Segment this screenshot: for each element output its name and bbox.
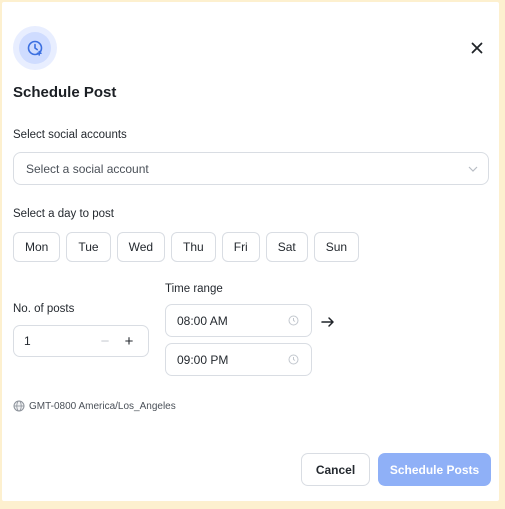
start-time-input[interactable]: 08:00 AM [165,304,312,337]
time-range-label: Time range [165,283,223,295]
end-time-value: 09:00 PM [177,352,229,367]
schedule-icon-badge [13,26,57,70]
posts-stepper[interactable]: 1 − + [13,325,149,357]
posts-count-value[interactable]: 1 [24,334,96,348]
schedule-post-modal: Schedule Post Select social accounts Sel… [2,2,499,501]
day-button-fri[interactable]: Fri [221,232,260,262]
day-button-mon[interactable]: Mon [13,232,61,262]
timezone-text: GMT-0800 America/Los_Angeles [29,400,176,412]
day-button-tue[interactable]: Tue [66,232,111,262]
day-label: Select a day to post [13,208,115,220]
cancel-button[interactable]: Cancel [301,453,370,486]
close-icon [471,42,483,54]
globe-icon [13,400,25,412]
clock-icon [288,354,299,365]
end-time-input[interactable]: 09:00 PM [165,343,312,376]
social-account-select[interactable]: Select a social account [13,152,489,185]
day-button-wed[interactable]: Wed [116,232,166,262]
modal-title: Schedule Post [13,84,117,101]
chevron-down-icon [468,166,478,172]
social-account-placeholder: Select a social account [26,161,149,176]
day-button-thu[interactable]: Thu [171,232,216,262]
increment-button[interactable]: + [120,333,138,350]
clock-icon [288,315,299,326]
arrow-right-icon [320,315,336,329]
schedule-posts-button[interactable]: Schedule Posts [378,453,491,486]
accounts-label: Select social accounts [13,129,127,141]
close-button[interactable] [467,38,487,58]
clock-plus-icon [19,32,51,64]
day-selector: Mon Tue Wed Thu Fri Sat Sun [13,232,360,262]
day-button-sun[interactable]: Sun [313,232,360,262]
day-button-sat[interactable]: Sat [265,232,308,262]
posts-label: No. of posts [13,303,75,315]
start-time-value: 08:00 AM [177,313,228,328]
decrement-button[interactable]: − [96,333,114,350]
timezone-info: GMT-0800 America/Los_Angeles [13,400,176,412]
